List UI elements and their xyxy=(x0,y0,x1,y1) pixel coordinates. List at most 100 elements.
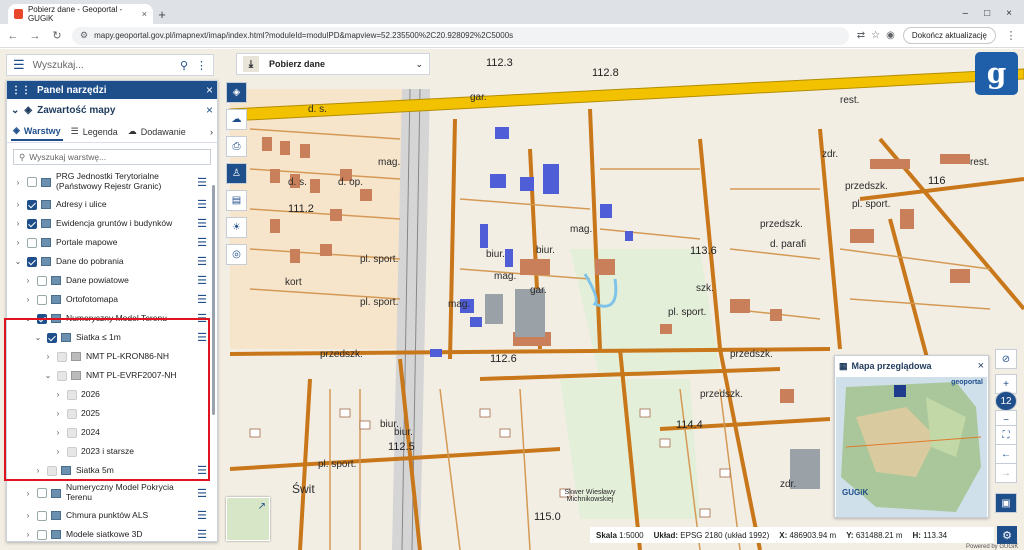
layer-menu-icon[interactable]: ☰ xyxy=(197,176,207,189)
external-link-icon[interactable]: ↗ xyxy=(258,501,266,512)
layer-checkbox[interactable] xyxy=(37,488,47,498)
layer-menu-icon[interactable]: ☰ xyxy=(197,293,207,306)
maximize-button[interactable]: □ xyxy=(984,8,990,19)
layer-menu-icon[interactable]: ☰ xyxy=(197,198,207,211)
layer-checkbox[interactable] xyxy=(37,275,47,286)
layer-menu-icon[interactable]: ☰ xyxy=(197,274,207,287)
expand-chevron-icon[interactable]: › xyxy=(23,295,33,304)
back-icon[interactable]: ← xyxy=(6,30,20,42)
layer-menu-icon[interactable]: ☰ xyxy=(197,236,207,249)
layer-row[interactable]: › Ortofotomapa ☰ xyxy=(7,290,217,309)
more-menu-icon[interactable]: ⋮ xyxy=(1004,29,1018,42)
panel-tabs: ◈ Warstwy ☰ Legenda ☁ Dodawanie › xyxy=(7,121,217,143)
expand-chevron-icon[interactable]: › xyxy=(13,238,23,247)
basemap-thumbnail[interactable]: ↗ xyxy=(226,497,270,541)
fullscreen-icon[interactable]: ⛶ xyxy=(995,425,1017,445)
layer-row[interactable]: › Modele siatkowe 3D ☰ xyxy=(7,525,217,544)
layer-type-icon xyxy=(51,488,61,498)
map-label: gar. xyxy=(470,92,487,103)
update-button[interactable]: Dokończ aktualizację xyxy=(902,27,996,44)
layer-search-input[interactable]: ⚲ Wyszukaj warstwę... xyxy=(13,149,211,165)
reload-icon[interactable]: ↻ xyxy=(50,29,64,42)
layer-menu-icon[interactable]: ☰ xyxy=(197,487,207,500)
layer-menu-icon[interactable]: ☰ xyxy=(197,509,207,522)
back-arrow-icon[interactable]: ← xyxy=(995,444,1017,464)
tab-dodawanie[interactable]: ☁ Dodawanie xyxy=(126,123,188,140)
camera-tool-button[interactable]: ◎ xyxy=(226,244,247,265)
chevron-down-icon[interactable]: ⌄ xyxy=(415,59,423,70)
weather-tool-button[interactable]: ☀ xyxy=(226,217,247,238)
translate-icon[interactable]: ⇄ xyxy=(857,30,865,41)
tab-legenda[interactable]: ☰ Legenda xyxy=(69,123,120,140)
close-content-icon[interactable]: × xyxy=(206,103,213,117)
layer-label: Modele siatkowe 3D xyxy=(66,528,143,539)
map-label: d. parafi xyxy=(770,239,807,250)
powered-by: Powered by GUGiK xyxy=(966,544,1019,550)
elevation-label: 115.0 xyxy=(534,511,561,523)
layer-row[interactable]: › Portale mapowe ☰ xyxy=(7,233,217,252)
print-tool-button[interactable]: ⎙ xyxy=(226,136,247,157)
expand-chevron-icon[interactable]: › xyxy=(23,276,33,285)
minimize-button[interactable]: – xyxy=(963,8,969,19)
settings-gear-icon[interactable]: ⚙ xyxy=(997,526,1017,544)
download-bar[interactable]: ⤓ Pobierz dane ⌄ xyxy=(236,53,430,75)
overview-toggle-icon[interactable]: ▣ xyxy=(995,493,1017,513)
tab-warstwy[interactable]: ◈ Warstwy xyxy=(11,122,63,141)
address-bar[interactable]: ⚙ mapy.geoportal.gov.pl/imapnext/imap/in… xyxy=(72,26,849,45)
panel-scrollbar[interactable] xyxy=(212,185,215,415)
layer-menu-icon[interactable]: ☰ xyxy=(197,217,207,230)
layer-row[interactable]: › Adresy i ulice ☰ xyxy=(7,195,217,214)
more-options-icon[interactable]: ⋮ xyxy=(196,59,207,72)
tabs-next-icon[interactable]: › xyxy=(210,127,213,137)
layer-row[interactable]: › Chmura punktów ALS ☰ xyxy=(7,506,217,525)
close-panel-icon[interactable]: × xyxy=(206,83,213,97)
layer-checkbox[interactable] xyxy=(37,294,47,305)
search-input[interactable]: Wyszukaj... xyxy=(33,60,172,71)
layers-tool-button[interactable]: ◈ xyxy=(226,82,247,103)
person-tool-button[interactable]: ♙ xyxy=(226,163,247,184)
expand-chevron-icon[interactable]: › xyxy=(23,530,33,539)
cloud-tool-button[interactable]: ☁ xyxy=(226,109,247,130)
layer-menu-icon[interactable]: ☰ xyxy=(197,255,207,268)
expand-chevron-icon[interactable]: › xyxy=(13,219,23,228)
forward-arrow-icon[interactable]: → xyxy=(995,463,1017,483)
layer-checkbox[interactable] xyxy=(27,199,37,210)
geoportal-logo[interactable]: g xyxy=(975,52,1018,95)
layer-row[interactable]: › Ewidencja gruntów i budynków ☰ xyxy=(7,214,217,233)
expand-chevron-icon[interactable]: › xyxy=(13,178,23,187)
no-location-icon[interactable]: ⊘ xyxy=(995,349,1017,369)
layer-row[interactable]: › PRG Jednostki Terytorialne (Państwowy R… xyxy=(7,169,217,195)
tab-close-icon[interactable]: × xyxy=(142,9,147,19)
layer-checkbox[interactable] xyxy=(27,237,37,248)
layer-checkbox[interactable] xyxy=(27,218,37,229)
geoportal-favicon-icon xyxy=(14,9,23,19)
crs-readout[interactable]: Układ: EPSG 2180 (układ 1992) xyxy=(654,531,770,540)
layer-checkbox[interactable] xyxy=(27,256,37,267)
new-tab-button[interactable]: + xyxy=(153,4,171,24)
layer-checkbox[interactable] xyxy=(27,177,37,187)
forward-icon[interactable]: → xyxy=(28,30,42,42)
expand-chevron-icon[interactable]: › xyxy=(23,489,33,498)
expand-chevron-icon[interactable]: › xyxy=(23,511,33,520)
map-label: kort xyxy=(285,277,302,288)
layer-checkbox[interactable] xyxy=(37,529,47,540)
profile-icon[interactable]: ◉ xyxy=(886,30,895,41)
layer-row[interactable]: ⌄ Dane do pobrania ☰ xyxy=(7,252,217,271)
overview-map[interactable]: geoportal GUGiK xyxy=(836,377,987,517)
close-window-button[interactable]: × xyxy=(1006,8,1012,19)
search-icon[interactable]: ⚲ xyxy=(180,59,188,72)
layer-menu-icon[interactable]: ☰ xyxy=(197,528,207,541)
clipboard-tool-button[interactable]: ▤ xyxy=(226,190,247,211)
expand-chevron-icon[interactable]: ⌄ xyxy=(13,257,23,266)
expand-chevron-icon[interactable]: › xyxy=(13,200,23,209)
site-info-icon[interactable]: ⚙ xyxy=(80,30,88,41)
bookmark-star-icon[interactable]: ☆ xyxy=(871,30,880,41)
map-label: d. s. xyxy=(288,177,307,188)
close-overview-icon[interactable]: × xyxy=(978,360,984,372)
collapse-chevron-icon[interactable]: ⌄ xyxy=(11,105,19,116)
layer-row[interactable]: › Dane powiatowe ☰ xyxy=(7,271,217,290)
hamburger-menu-icon[interactable]: ☰ xyxy=(13,57,25,73)
layer-checkbox[interactable] xyxy=(37,510,47,521)
layer-row[interactable]: › Numeryczny Model Pokrycia Terenu ☰ xyxy=(7,480,217,506)
browser-tab[interactable]: Pobierz dane - Geoportal - GUGiK × xyxy=(8,4,153,24)
